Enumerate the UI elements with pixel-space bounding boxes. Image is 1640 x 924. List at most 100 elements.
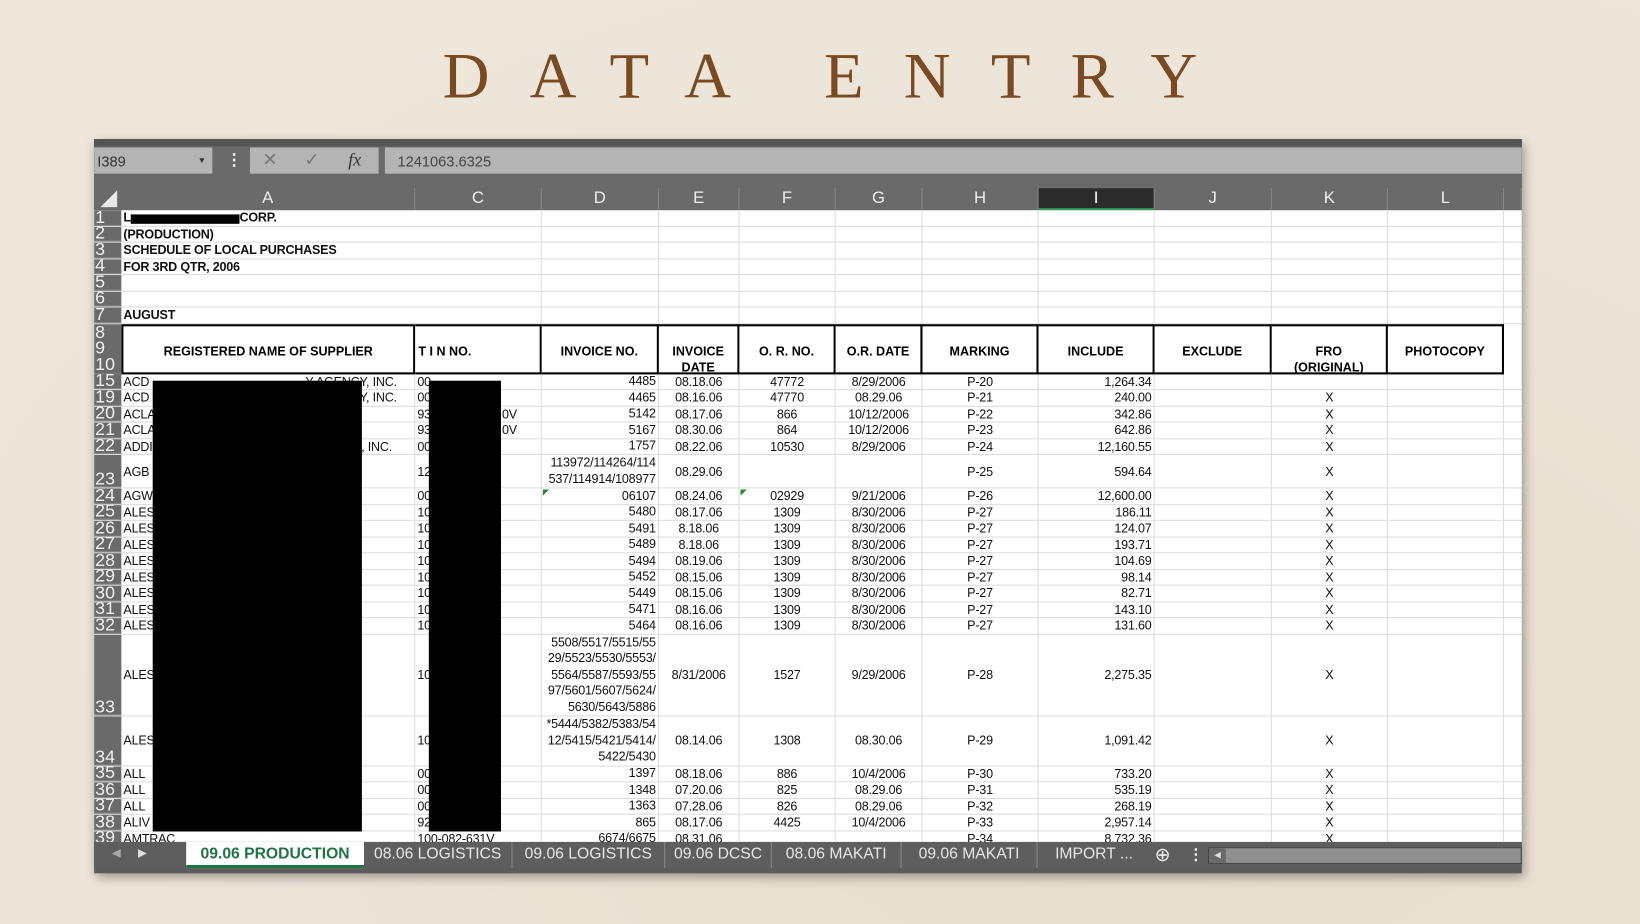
invoice-no-cell[interactable]: *5444/5382/5383/54 12/5415/5421/5414/5422… (542, 716, 659, 766)
exclude-cell[interactable] (1155, 798, 1272, 814)
column-header-extra[interactable] (1504, 188, 1522, 211)
include-amount-cell[interactable]: 1,264.34 (1039, 373, 1155, 390)
or-date-cell[interactable]: 8/30/2006 (836, 553, 923, 569)
or-no-cell[interactable]: 1309 (739, 601, 836, 618)
fro-original-cell[interactable]: X (1272, 782, 1388, 798)
invoice-date-cell[interactable]: 08.17.06 (659, 406, 740, 422)
title-cell[interactable]: AUGUST (121, 307, 415, 323)
or-no-cell[interactable]: 47770 (739, 390, 836, 406)
or-no-cell[interactable]: 1308 (739, 716, 836, 766)
invoice-no-cell[interactable]: 4485 (542, 373, 659, 390)
title-cell[interactable]: (PRODUCTION) (121, 226, 415, 242)
fro-original-cell[interactable]: X (1272, 798, 1388, 814)
marking-cell[interactable]: P-24 (922, 438, 1039, 454)
spreadsheet-grid[interactable]: 1 L CORP. 2 (PRODUCTION) 3 SCHEDULE OF LOCAL P… (94, 210, 1522, 842)
invoice-no-cell[interactable]: 5464 (542, 618, 659, 634)
empty-cell[interactable] (1388, 291, 1505, 307)
fro-original-cell[interactable]: X (1272, 438, 1388, 454)
invoice-date-cell[interactable]: 08.24.06 (659, 488, 740, 504)
sheet-tab[interactable]: 08.06 LOGISTICS (364, 841, 513, 869)
invoice-no-cell[interactable]: 1397 (542, 766, 659, 782)
or-date-cell[interactable]: 8/30/2006 (836, 537, 923, 553)
invoice-no-cell[interactable]: 5480 (542, 504, 659, 520)
fro-original-cell[interactable]: X (1272, 716, 1388, 766)
invoice-no-cell[interactable]: 5167 (542, 422, 659, 438)
or-date-cell[interactable]: 8/30/2006 (836, 569, 923, 585)
or-no-cell[interactable]: 1309 (739, 585, 836, 601)
exclude-cell[interactable] (1155, 814, 1272, 830)
include-amount-cell[interactable]: 143.10 (1039, 601, 1155, 618)
column-header-d[interactable]: D (542, 188, 659, 211)
empty-cell[interactable] (922, 210, 1039, 226)
empty-cell[interactable] (542, 258, 659, 275)
empty-cell[interactable] (836, 275, 923, 291)
fro-original-cell[interactable]: X (1272, 406, 1388, 422)
empty-cell[interactable] (739, 307, 836, 323)
column-header-k[interactable]: K (1272, 188, 1388, 211)
column-header-g[interactable]: G (836, 188, 923, 211)
photocopy-cell[interactable] (1388, 618, 1505, 634)
marking-cell[interactable]: P-27 (922, 585, 1039, 601)
or-date-cell[interactable]: 8/30/2006 (836, 504, 923, 520)
empty-cell[interactable] (1388, 275, 1505, 291)
more-tabs-icon[interactable]: ⋮ (1188, 845, 1204, 864)
or-date-cell[interactable]: 8/29/2006 (836, 373, 923, 390)
photocopy-cell[interactable] (1388, 782, 1505, 798)
or-no-cell[interactable]: 1309 (739, 520, 836, 537)
photocopy-cell[interactable] (1388, 537, 1505, 553)
formula-input[interactable]: 1241063.6325 (384, 147, 1522, 174)
invoice-date-cell[interactable]: 08.18.06 (659, 766, 740, 782)
sheet-tab[interactable]: 09.06 DCSC (665, 841, 772, 869)
empty-cell[interactable] (1155, 258, 1272, 275)
marking-cell[interactable]: P-26 (922, 488, 1039, 504)
exclude-cell[interactable] (1155, 585, 1272, 601)
exclude-cell[interactable] (1155, 406, 1272, 422)
exclude-cell[interactable] (1155, 422, 1272, 438)
photocopy-cell[interactable] (1388, 716, 1505, 766)
marking-cell[interactable]: P-21 (922, 390, 1039, 406)
scroll-left-icon[interactable]: ◀ (1209, 848, 1226, 863)
empty-cell[interactable] (659, 291, 740, 307)
marking-cell[interactable]: P-27 (922, 618, 1039, 634)
exclude-cell[interactable] (1155, 553, 1272, 569)
invoice-no-cell[interactable]: 5471 (542, 601, 659, 618)
empty-cell[interactable] (659, 307, 740, 323)
marking-cell[interactable]: P-25 (922, 454, 1039, 488)
or-no-cell[interactable]: 1309 (739, 553, 836, 569)
insert-function-icon[interactable]: fx (348, 150, 361, 171)
column-header-e[interactable]: E (659, 188, 740, 211)
include-amount-cell[interactable]: 124.07 (1039, 520, 1155, 537)
empty-cell[interactable] (922, 242, 1039, 258)
exclude-cell[interactable] (1155, 766, 1272, 782)
marking-cell[interactable]: P-27 (922, 601, 1039, 618)
or-date-cell[interactable]: 10/4/2006 (836, 766, 923, 782)
row-number[interactable]: 7 (94, 305, 122, 323)
empty-cell[interactable] (415, 226, 542, 242)
marking-cell[interactable]: P-27 (922, 569, 1039, 585)
empty-cell[interactable] (659, 258, 740, 275)
photocopy-cell[interactable] (1388, 390, 1505, 406)
include-amount-cell[interactable]: 268.19 (1039, 798, 1155, 814)
exclude-cell[interactable] (1155, 634, 1272, 716)
empty-cell[interactable] (1039, 275, 1155, 291)
empty-cell[interactable] (542, 226, 659, 242)
marking-cell[interactable]: P-31 (922, 782, 1039, 798)
photocopy-cell[interactable] (1388, 504, 1505, 520)
row-number[interactable]: 39 (94, 829, 122, 842)
invoice-date-cell[interactable]: 07.20.06 (659, 782, 740, 798)
empty-cell[interactable] (836, 258, 923, 275)
sheet-tab[interactable]: 09.06 PRODUCTION (186, 841, 364, 869)
photocopy-cell[interactable] (1388, 553, 1505, 569)
or-no-cell[interactable]: 826 (739, 798, 836, 814)
empty-cell[interactable] (1155, 275, 1272, 291)
empty-cell[interactable] (659, 242, 740, 258)
or-date-cell[interactable] (836, 830, 923, 842)
empty-cell[interactable] (1155, 210, 1272, 226)
invoice-date-cell[interactable]: 08.17.06 (659, 814, 740, 830)
empty-cell[interactable] (1272, 242, 1388, 258)
empty-cell[interactable] (1039, 226, 1155, 242)
or-date-cell[interactable]: 10/12/2006 (836, 406, 923, 422)
include-amount-cell[interactable]: 82.71 (1039, 585, 1155, 601)
photocopy-cell[interactable] (1388, 488, 1505, 504)
fro-original-cell[interactable]: X (1272, 454, 1388, 488)
